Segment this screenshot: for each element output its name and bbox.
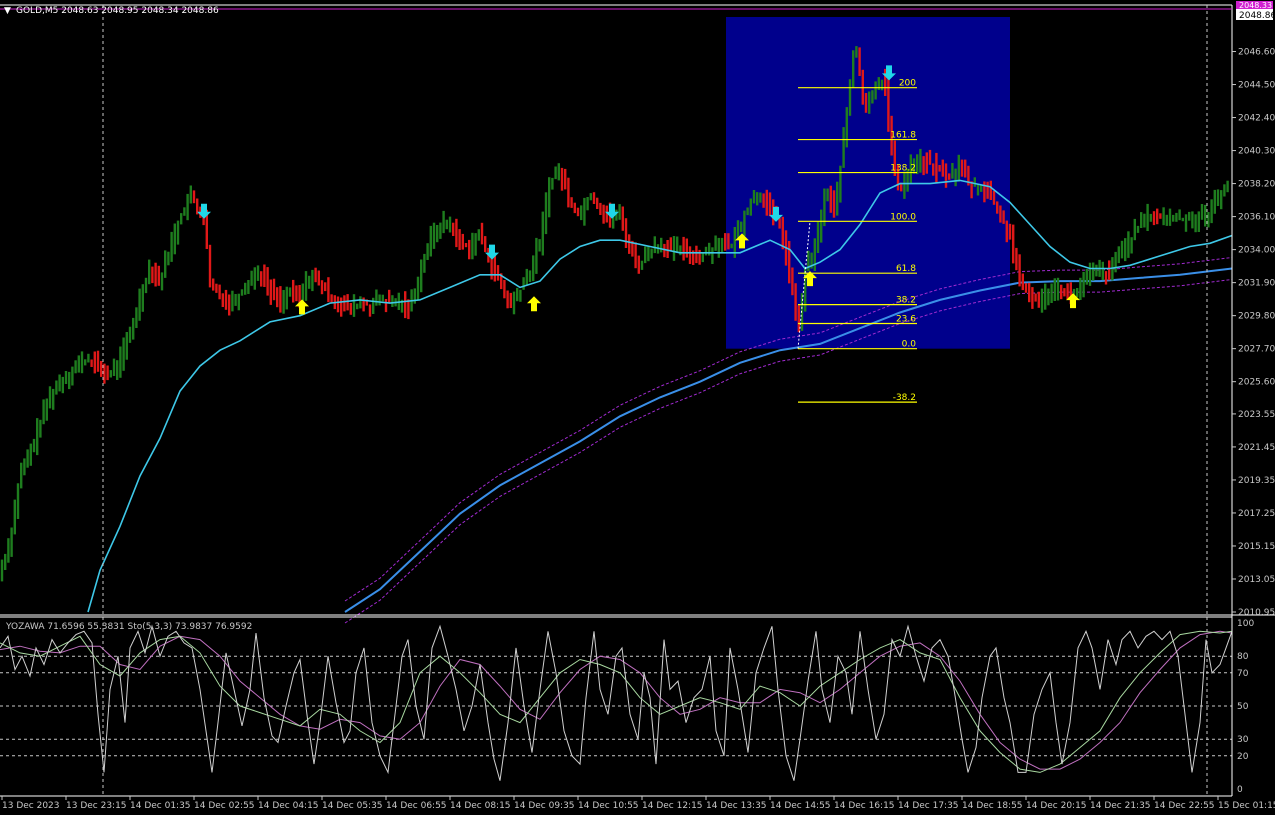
- fib-level-label: 161.8: [890, 131, 916, 141]
- fib-level-label: 38.2: [896, 296, 916, 306]
- time-axis-label: 15 Dec 01:15: [1218, 801, 1275, 811]
- price-axis-label: 2019.35: [1238, 476, 1275, 486]
- price-axis-label: 2036.10: [1238, 213, 1275, 223]
- oscillator-axis-label: 80: [1237, 652, 1249, 662]
- time-axis-label: 14 Dec 04:15: [258, 801, 319, 811]
- time-axis-label: 14 Dec 12:15: [642, 801, 703, 811]
- fib-level-label: 138.2: [890, 164, 916, 174]
- price-axis-label: 2023.55: [1238, 410, 1275, 420]
- price-axis-label: 2013.05: [1238, 575, 1275, 585]
- price-axis-label: 2038.20: [1238, 180, 1275, 190]
- fib-level-label: 200: [899, 79, 916, 89]
- symbol-label: GOLD,M5 2048.63 2048.95 2048.34 2048.86: [16, 6, 219, 16]
- oscillator-axis-label: 0: [1237, 785, 1243, 795]
- time-axis-label: 13 Dec 23:15: [66, 801, 127, 811]
- time-axis-label: 14 Dec 20:15: [1026, 801, 1087, 811]
- time-axis-label: 14 Dec 05:35: [322, 801, 383, 811]
- fib-level-label: 23.6: [896, 315, 916, 325]
- oscillator-axis-label: 50: [1237, 702, 1249, 712]
- oscillator-axis-label: 30: [1237, 735, 1249, 745]
- top-price-tag: 2048.33: [1239, 1, 1272, 10]
- oscillator-axis-label: 70: [1237, 669, 1249, 679]
- price-axis-label: 2046.60: [1238, 48, 1275, 58]
- price-axis-label: 2044.50: [1238, 81, 1275, 91]
- price-axis-label: 2027.70: [1238, 345, 1275, 355]
- time-axis-label: 14 Dec 13:35: [706, 801, 767, 811]
- price-axis-label: 2025.60: [1238, 378, 1275, 388]
- fib-level-label: -38.2: [893, 393, 916, 403]
- price-axis-label: 2034.00: [1238, 246, 1275, 256]
- price-axis-label: 2015.15: [1238, 542, 1275, 552]
- price-axis-label: 2040.30: [1238, 147, 1275, 157]
- fib-level-label: 61.8: [896, 264, 916, 274]
- oscillator-axis-label: 20: [1237, 752, 1249, 762]
- symbol-triangle-icon[interactable]: ▼: [4, 6, 11, 16]
- current-price-tag: 2048.86: [1239, 11, 1275, 21]
- time-axis-label: 14 Dec 17:35: [898, 801, 959, 811]
- price-axis-label: 2031.90: [1238, 279, 1275, 289]
- time-axis-label: 14 Dec 02:55: [194, 801, 255, 811]
- oscillator-axis-label: 100: [1237, 619, 1254, 629]
- time-axis-label: 14 Dec 10:55: [578, 801, 639, 811]
- time-axis-label: 14 Dec 09:35: [514, 801, 575, 811]
- time-axis-label: 14 Dec 18:55: [962, 801, 1023, 811]
- price-axis-label: 2021.45: [1238, 443, 1275, 453]
- time-axis-label: 14 Dec 01:35: [130, 801, 191, 811]
- time-axis-label: 14 Dec 08:15: [450, 801, 511, 811]
- price-axis-label: 2042.40: [1238, 114, 1275, 124]
- price-axis-label: 2017.25: [1238, 509, 1275, 519]
- time-axis-label: 14 Dec 21:35: [1090, 801, 1151, 811]
- time-axis-label: 14 Dec 22:55: [1154, 801, 1215, 811]
- time-axis-label: 13 Dec 2023: [2, 801, 60, 811]
- trading-chart[interactable]: 200161.8138.2100.061.838.223.60.0-38.2 2…: [0, 0, 1275, 815]
- indicator-label: YOZAWA 71.6596 55.3831 Sto(5,3,3) 73.983…: [5, 622, 252, 632]
- fib-level-label: 0.0: [902, 340, 917, 350]
- time-axis-label: 14 Dec 06:55: [386, 801, 447, 811]
- time-axis-label: 14 Dec 14:55: [770, 801, 831, 811]
- fib-level-label: 100.0: [890, 212, 916, 222]
- price-axis-label: 2010.95: [1238, 608, 1275, 618]
- time-axis-label: 14 Dec 16:15: [834, 801, 895, 811]
- price-axis-label: 2029.80: [1238, 312, 1275, 322]
